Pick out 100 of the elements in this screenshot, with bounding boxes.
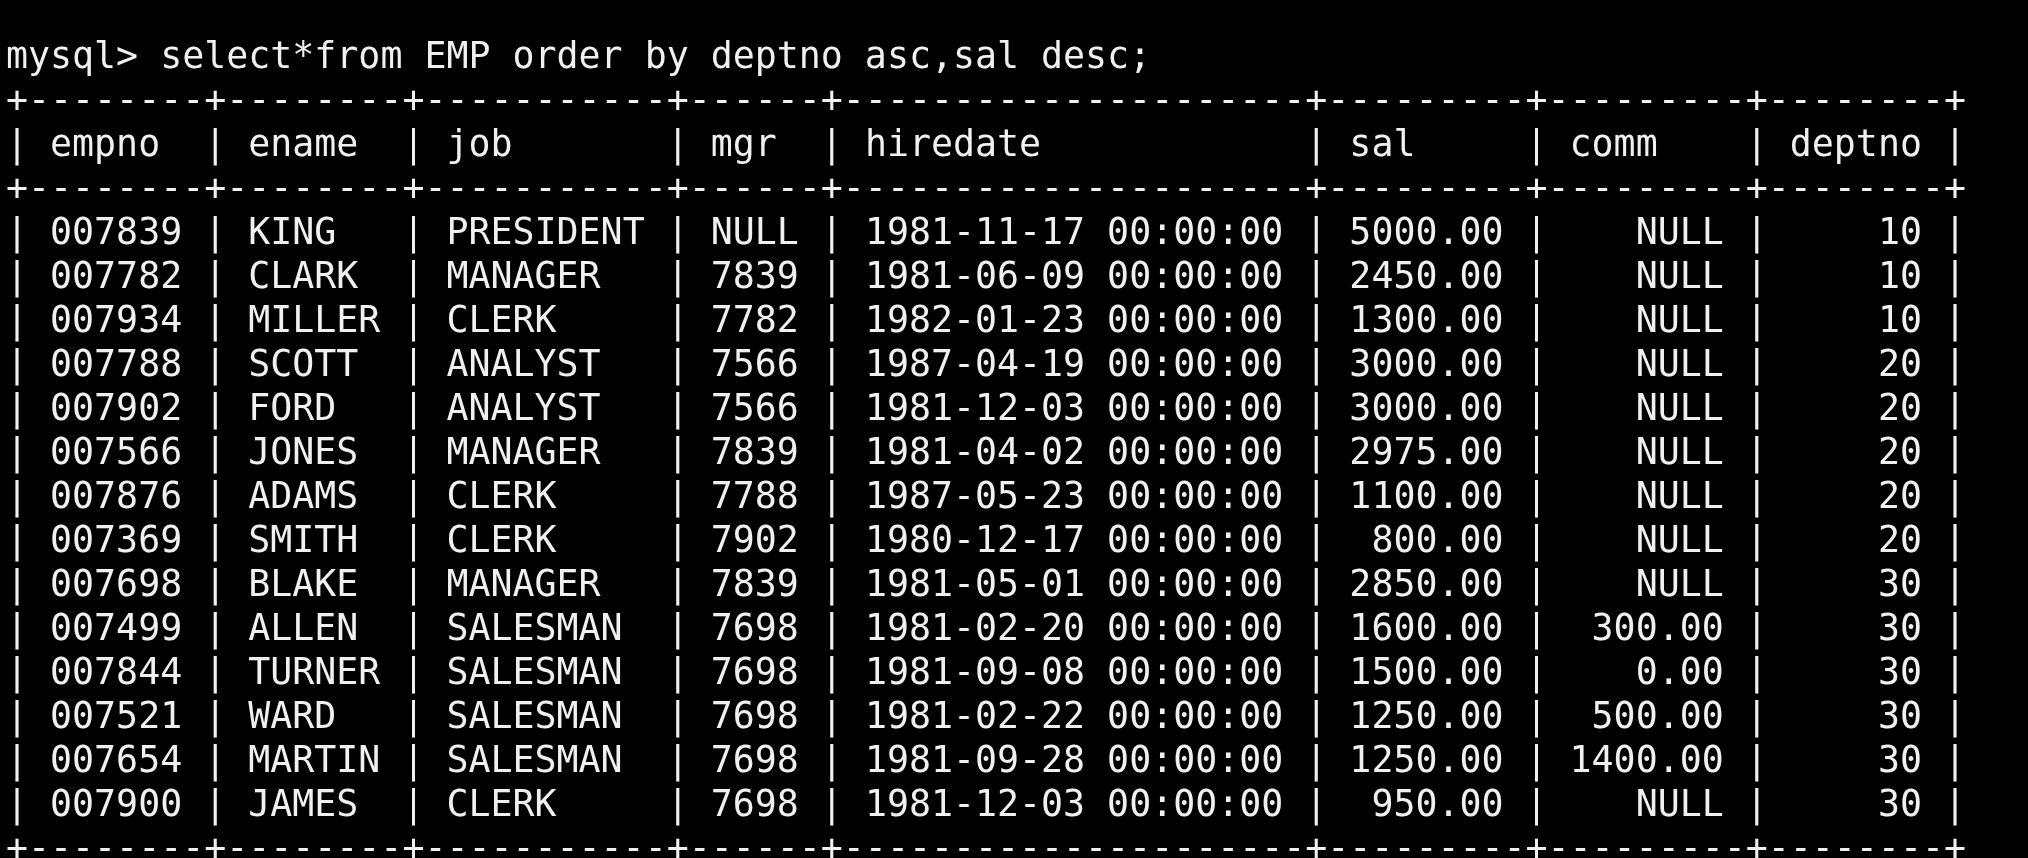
table-cell: 3000.00 — [1349, 342, 1504, 385]
table-cell: MILLER — [248, 298, 381, 341]
column-separator: | — [1305, 122, 1328, 165]
table-cell: NULL — [710, 210, 799, 253]
column-separator: | — [1745, 298, 1768, 341]
column-separator: | — [6, 474, 29, 517]
table-cell: PRESIDENT — [446, 210, 645, 253]
table-cell: KING — [248, 210, 337, 253]
column-separator: | — [6, 122, 29, 165]
column-header: empno — [50, 122, 161, 165]
table-cell: 2450.00 — [1349, 254, 1504, 297]
command-text: select*from EMP order by deptno asc,sal desc; — [160, 34, 1152, 77]
column-separator: | — [1745, 518, 1768, 561]
table-cell: WARD — [248, 694, 337, 737]
column-separator: | — [1525, 298, 1548, 341]
column-separator: | — [666, 254, 689, 297]
column-separator: | — [402, 122, 425, 165]
column-separator: | — [6, 254, 29, 297]
table-cell: 1100.00 — [1349, 474, 1504, 517]
table-cell: NULL — [1635, 342, 1724, 385]
table-cell: CLERK — [446, 298, 557, 341]
column-separator: | — [1305, 254, 1328, 297]
table-cell: 007839 — [50, 210, 183, 253]
column-separator: | — [1943, 562, 1966, 605]
table-cell: 007902 — [50, 386, 183, 429]
column-separator: | — [820, 342, 843, 385]
column-separator: | — [666, 474, 689, 517]
column-header: sal — [1349, 122, 1416, 165]
table-cell: 30 — [1877, 650, 1922, 693]
column-header: ename — [248, 122, 359, 165]
column-separator: | — [1305, 386, 1328, 429]
column-separator: | — [402, 254, 425, 297]
table-cell: 20 — [1877, 430, 1922, 473]
table-cell: MANAGER — [446, 430, 601, 473]
prompt: mysql> — [6, 34, 139, 77]
column-separator: | — [402, 474, 425, 517]
column-separator: | — [1305, 474, 1328, 517]
column-separator: | — [666, 782, 689, 825]
column-separator: | — [1305, 694, 1328, 737]
column-separator: | — [820, 122, 843, 165]
column-separator: | — [666, 650, 689, 693]
column-separator: | — [1943, 782, 1966, 825]
column-separator: | — [1525, 474, 1548, 517]
table-cell: 007844 — [50, 650, 183, 693]
table-cell: 1250.00 — [1349, 694, 1504, 737]
column-separator: | — [1745, 342, 1768, 385]
table-cell: 1600.00 — [1349, 606, 1504, 649]
table-cell: CLERK — [446, 782, 557, 825]
column-separator: | — [820, 562, 843, 605]
column-separator: | — [204, 430, 227, 473]
column-separator: | — [6, 430, 29, 473]
table-cell: ANALYST — [446, 342, 601, 385]
column-separator: | — [820, 298, 843, 341]
table-cell: 30 — [1877, 562, 1922, 605]
column-separator: | — [1745, 606, 1768, 649]
table-cell: JONES — [248, 430, 359, 473]
column-separator: | — [820, 738, 843, 781]
table-cell: 20 — [1877, 518, 1922, 561]
table-cell: 7839 — [710, 430, 799, 473]
column-separator: | — [402, 430, 425, 473]
column-separator: | — [1745, 254, 1768, 297]
table-cell: 20 — [1877, 474, 1922, 517]
table-cell: 007698 — [50, 562, 183, 605]
table-cell: 1981-11-17 00:00:00 — [864, 210, 1284, 253]
table-cell: 800.00 — [1371, 518, 1504, 561]
column-header: hiredate — [864, 122, 1042, 165]
column-separator: | — [1943, 474, 1966, 517]
table-cell: 2850.00 — [1349, 562, 1504, 605]
table-cell: NULL — [1635, 210, 1724, 253]
column-separator: | — [666, 386, 689, 429]
column-separator: | — [666, 430, 689, 473]
column-separator: | — [1943, 694, 1966, 737]
table-cell: 1500.00 — [1349, 650, 1504, 693]
column-separator: | — [1305, 342, 1328, 385]
table-cell: 7698 — [710, 694, 799, 737]
column-separator: | — [204, 474, 227, 517]
column-separator: | — [204, 562, 227, 605]
table-cell: SALESMAN — [446, 738, 623, 781]
column-separator: | — [1745, 122, 1768, 165]
column-separator: | — [1943, 122, 1966, 165]
table-cell: 1981-09-08 00:00:00 — [864, 650, 1284, 693]
table-cell: 7839 — [710, 254, 799, 297]
table-cell: 7566 — [710, 342, 799, 385]
column-separator: | — [820, 386, 843, 429]
column-separator: | — [1525, 650, 1548, 693]
column-separator: | — [1525, 210, 1548, 253]
column-header: mgr — [710, 122, 777, 165]
column-separator: | — [666, 342, 689, 385]
column-separator: | — [1305, 562, 1328, 605]
table-cell: 007566 — [50, 430, 183, 473]
column-separator: | — [1305, 518, 1328, 561]
column-separator: | — [1525, 430, 1548, 473]
table-cell: MANAGER — [446, 562, 601, 605]
column-separator: | — [666, 210, 689, 253]
column-separator: | — [820, 650, 843, 693]
table-cell: NULL — [1635, 518, 1724, 561]
table-cell: 10 — [1877, 298, 1922, 341]
column-separator: | — [402, 694, 425, 737]
column-separator: | — [820, 210, 843, 253]
column-separator: | — [204, 210, 227, 253]
